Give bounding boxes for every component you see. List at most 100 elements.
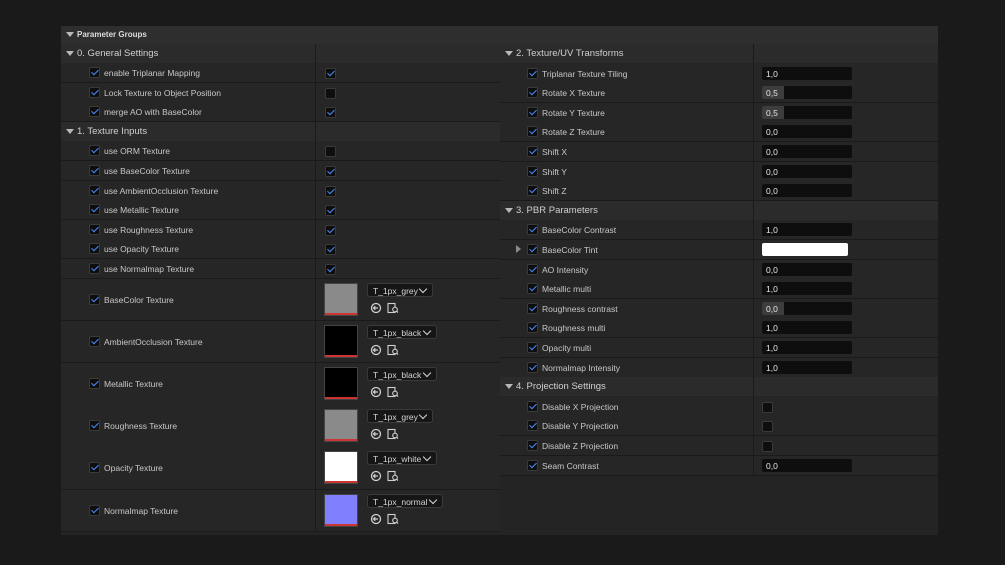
chevron-down-icon[interactable]	[66, 128, 74, 134]
numeric-input[interactable]: 1,0	[762, 341, 852, 354]
override-checkbox[interactable]	[527, 126, 538, 138]
numeric-input[interactable]: 1,0	[762, 282, 852, 296]
override-checkbox[interactable]	[89, 184, 100, 196]
parameter-groups-header[interactable]: Parameter Groups	[61, 26, 938, 44]
override-checkbox[interactable]	[527, 322, 538, 334]
numeric-input[interactable]: 0,0	[762, 164, 852, 178]
section-header-4-projection-settings[interactable]: 4. Projection Settings	[500, 377, 938, 397]
override-checkbox[interactable]	[527, 420, 538, 432]
chevron-down-icon[interactable]	[66, 32, 74, 37]
numeric-input[interactable]: 0,0	[762, 458, 852, 472]
use-selected-icon[interactable]	[370, 344, 382, 356]
texture-thumbnail[interactable]	[324, 493, 358, 527]
override-checkbox[interactable]	[89, 204, 100, 216]
override-checkbox[interactable]	[527, 440, 538, 451]
numeric-input[interactable]: 0,0	[762, 125, 852, 139]
browse-asset-icon[interactable]	[387, 428, 399, 440]
override-checkbox[interactable]	[527, 400, 538, 412]
use-selected-icon[interactable]	[370, 386, 382, 398]
value-checkbox[interactable]	[325, 87, 336, 99]
override-checkbox[interactable]	[527, 263, 538, 275]
section-header-3-pbr-parameters[interactable]: 3. PBR Parameters	[500, 200, 938, 220]
numeric-input[interactable]: 0,0	[762, 262, 852, 276]
value-checkbox[interactable]	[325, 264, 336, 275]
numeric-input[interactable]: 0,0	[762, 145, 852, 158]
use-selected-icon[interactable]	[370, 302, 382, 314]
color-swatch[interactable]	[762, 243, 848, 256]
texture-asset-combo[interactable]: T_1px_grey	[367, 409, 433, 424]
value-checkbox[interactable]	[325, 146, 336, 158]
numeric-input[interactable]: 0,0	[762, 184, 852, 198]
override-checkbox[interactable]	[527, 67, 538, 79]
override-checkbox[interactable]	[527, 87, 538, 99]
override-checkbox[interactable]	[527, 185, 538, 197]
override-checkbox[interactable]	[89, 165, 100, 176]
numeric-input[interactable]: 0,0	[762, 301, 852, 315]
override-checkbox[interactable]	[89, 145, 100, 157]
use-selected-icon[interactable]	[370, 513, 382, 525]
value-checkbox[interactable]	[325, 205, 336, 217]
browse-asset-icon[interactable]	[387, 344, 399, 356]
value-checkbox[interactable]	[762, 421, 773, 433]
numeric-input[interactable]: 1,0	[762, 66, 852, 80]
value-checkbox[interactable]	[325, 68, 336, 79]
value-checkbox[interactable]	[325, 244, 336, 256]
override-checkbox[interactable]	[89, 223, 100, 235]
texture-asset-combo[interactable]: T_1px_grey	[367, 282, 433, 297]
value-checkbox[interactable]	[325, 166, 336, 177]
override-checkbox[interactable]	[527, 361, 538, 373]
expand-arrow-icon[interactable]	[516, 245, 521, 253]
override-checkbox[interactable]	[527, 459, 538, 471]
override-checkbox[interactable]	[527, 302, 538, 314]
section-header-2-texture-uv-transforms[interactable]: 2. Texture/UV Transforms	[500, 44, 938, 63]
texture-asset-combo[interactable]: T_1px_white	[367, 451, 437, 466]
numeric-input[interactable]: 1,0	[762, 360, 852, 374]
texture-thumbnail[interactable]	[324, 451, 358, 485]
override-checkbox[interactable]	[527, 224, 538, 236]
texture-asset-combo[interactable]: T_1px_black	[367, 367, 437, 381]
browse-asset-icon[interactable]	[387, 470, 399, 482]
override-checkbox[interactable]	[89, 504, 100, 516]
override-checkbox[interactable]	[527, 165, 538, 177]
override-checkbox[interactable]	[89, 67, 100, 78]
override-checkbox[interactable]	[89, 420, 100, 432]
override-checkbox[interactable]	[89, 263, 100, 274]
texture-asset-combo[interactable]: T_1px_normal	[367, 493, 443, 508]
value-checkbox[interactable]	[325, 107, 336, 119]
texture-thumbnail[interactable]	[324, 282, 358, 316]
use-selected-icon[interactable]	[370, 470, 382, 482]
texture-thumbnail[interactable]	[324, 324, 358, 358]
override-checkbox[interactable]	[527, 283, 538, 295]
chevron-down-icon[interactable]	[66, 51, 74, 56]
use-selected-icon[interactable]	[370, 428, 382, 440]
texture-thumbnail[interactable]	[324, 409, 358, 443]
browse-asset-icon[interactable]	[387, 513, 399, 525]
chevron-down-icon[interactable]	[505, 384, 513, 390]
browse-asset-icon[interactable]	[387, 386, 399, 398]
override-checkbox[interactable]	[89, 106, 100, 118]
override-checkbox[interactable]	[527, 146, 538, 157]
section-header-1-texture-inputs[interactable]: 1. Texture Inputs	[61, 121, 500, 141]
texture-thumbnail[interactable]	[324, 367, 358, 400]
chevron-down-icon[interactable]	[505, 51, 513, 56]
numeric-input[interactable]: 1,0	[762, 321, 852, 335]
value-checkbox[interactable]	[325, 185, 336, 197]
numeric-input[interactable]: 0,5	[762, 86, 852, 100]
override-checkbox[interactable]	[89, 462, 100, 474]
override-checkbox[interactable]	[89, 243, 100, 255]
value-checkbox[interactable]	[762, 401, 773, 413]
numeric-input[interactable]: 1,0	[762, 223, 852, 237]
value-checkbox[interactable]	[325, 224, 336, 236]
browse-asset-icon[interactable]	[387, 302, 399, 314]
override-checkbox[interactable]	[89, 293, 100, 305]
override-checkbox[interactable]	[89, 335, 100, 347]
override-checkbox[interactable]	[527, 106, 538, 118]
section-header-0-general-settings[interactable]: 0. General Settings	[61, 44, 500, 63]
value-checkbox[interactable]	[762, 441, 773, 452]
override-checkbox[interactable]	[89, 86, 100, 98]
override-checkbox[interactable]	[527, 244, 538, 255]
override-checkbox[interactable]	[89, 378, 100, 389]
chevron-down-icon[interactable]	[505, 207, 513, 213]
texture-asset-combo[interactable]: T_1px_black	[367, 324, 437, 339]
numeric-input[interactable]: 0,5	[762, 105, 852, 119]
